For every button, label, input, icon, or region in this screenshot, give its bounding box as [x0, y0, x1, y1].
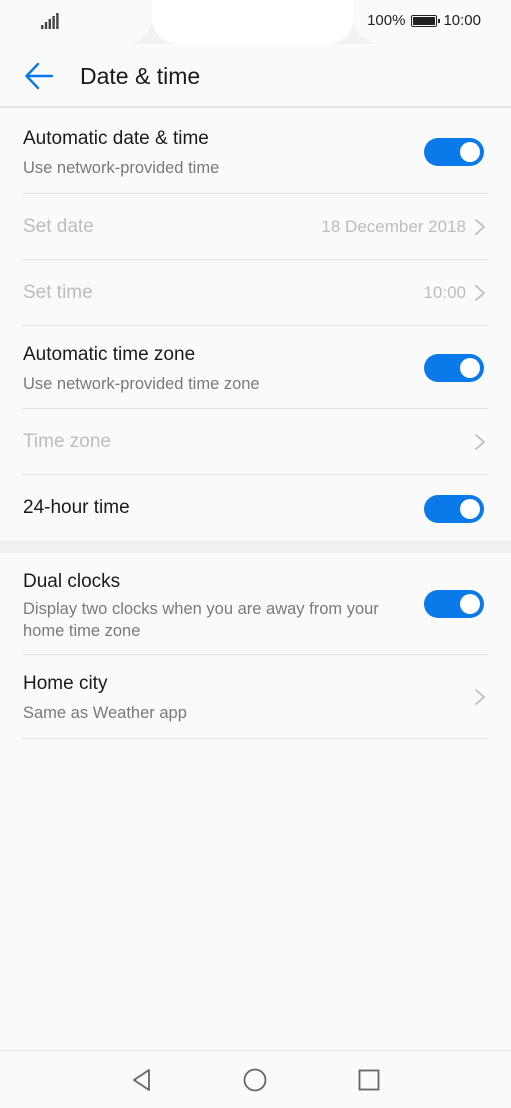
chevron-right-icon	[475, 689, 485, 705]
setting-24-hour-time[interactable]: 24-hour time	[23, 475, 488, 541]
display-notch	[152, 0, 354, 44]
signal-icon	[41, 13, 59, 29]
square-recent-icon[interactable]	[356, 1067, 382, 1093]
setting-automatic-date-time[interactable]: Automatic date & time Use network-provid…	[23, 110, 488, 194]
setting-label: Dual clocks	[23, 571, 121, 592]
status-bar: 100% 10:00	[0, 0, 511, 44]
triangle-back-icon[interactable]	[129, 1067, 155, 1093]
setting-summary: Display two clocks when you are away fro…	[23, 600, 379, 640]
chevron-right-icon	[475, 434, 485, 450]
setting-summary: Use network-provided time zone	[23, 375, 260, 393]
automatic-date-time-toggle[interactable]	[424, 138, 484, 166]
app-bar: Date & time	[0, 44, 511, 108]
battery-percent: 100%	[367, 12, 406, 29]
setting-label: 24-hour time	[23, 497, 130, 518]
status-right: 100% 10:00	[367, 12, 481, 29]
setting-automatic-time-zone[interactable]: Automatic time zone Use network-provided…	[23, 326, 488, 409]
status-time: 10:00	[443, 12, 481, 29]
section-divider	[0, 541, 511, 553]
setting-set-time[interactable]: Set time 10:00	[23, 260, 488, 326]
set-date-value: 18 December 2018	[321, 217, 466, 236]
automatic-time-zone-toggle[interactable]	[424, 354, 484, 382]
chevron-right-icon	[475, 219, 485, 235]
setting-summary: Same as Weather app	[23, 704, 187, 722]
setting-label: Set date	[23, 216, 94, 237]
circle-home-icon[interactable]	[242, 1067, 268, 1093]
setting-summary: Use network-provided time	[23, 159, 220, 177]
set-time-value: 10:00	[423, 283, 466, 302]
screen: 100% 10:00 Date & time Automatic date & …	[0, 0, 511, 1108]
setting-set-date[interactable]: Set date 18 December 2018	[23, 194, 488, 260]
page-title: Date & time	[80, 63, 201, 89]
setting-label: Home city	[23, 673, 108, 694]
setting-label: Automatic date & time	[23, 128, 209, 149]
setting-label: Automatic time zone	[23, 344, 196, 365]
setting-time-zone[interactable]: Time zone	[23, 409, 488, 475]
setting-label: Set time	[23, 282, 93, 303]
setting-dual-clocks[interactable]: Dual clocks Display two clocks when you …	[23, 553, 488, 655]
setting-home-city[interactable]: Home city Same as Weather app	[23, 655, 488, 739]
setting-label: Time zone	[23, 431, 111, 452]
battery-icon	[411, 14, 441, 27]
chevron-right-icon	[475, 285, 485, 301]
dual-clocks-toggle[interactable]	[424, 590, 484, 618]
settings-list: Automatic date & time Use network-provid…	[0, 110, 511, 739]
navigation-bar	[0, 1050, 511, 1108]
back-arrow-icon[interactable]	[24, 62, 54, 90]
24-hour-time-toggle[interactable]	[424, 495, 484, 523]
